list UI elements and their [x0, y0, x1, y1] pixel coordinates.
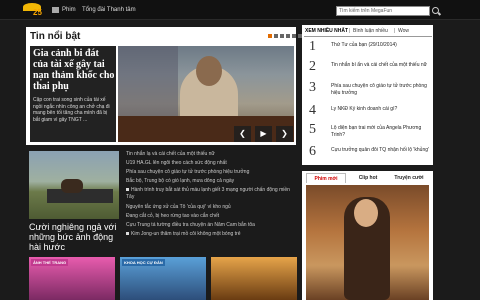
news-item-text[interactable]: Hành trình truy bắt sát thủ máu lạnh giế… [126, 187, 290, 200]
nav-link-tong-dai[interactable]: Tổng đài Thanh tâm [82, 7, 136, 13]
slide-headline[interactable]: Gia cảnh bi đát của tài xế gây tai nạn t… [33, 48, 115, 92]
most-read-title[interactable]: Tin nhắn bí ẩn và cái chết của một thiếu… [331, 62, 429, 69]
camera-icon [126, 188, 129, 192]
news-item-text[interactable]: Nguyên tắc ứng xử của Tô 'của quý' vì kh… [126, 204, 231, 210]
news-item-text[interactable]: Đang cắt cỏ, bị heo rừng tao vào cắn chế… [126, 213, 219, 219]
news-item-text[interactable]: Bắc bộ, Trung bộ có gió lạnh, mưa dông c… [126, 178, 234, 184]
poster-face [354, 199, 378, 227]
photo-person-head [196, 56, 222, 86]
thumbnail-entertainment[interactable] [211, 257, 297, 300]
movies-tabs: Phim mới Clip hot Truyện cười [306, 173, 429, 183]
rank-number: 6 [309, 144, 316, 159]
news-item[interactable]: Kim Jong-un thăm trại mồ côi không một b… [126, 231, 241, 237]
news-item[interactable]: Tin nhắn lạ và cái chết của một thiếu nữ [126, 151, 215, 157]
slide-controls: ❮ ▶ ❯ [234, 126, 294, 142]
most-read-title[interactable]: Lộ diện bạn trai mới của Angela Phương T… [331, 125, 429, 138]
movie-poster[interactable] [306, 185, 429, 300]
news-item[interactable]: Đang cắt cỏ, bị heo rừng tao vào cắn chế… [126, 213, 219, 219]
news-item-text[interactable]: Cựu Trung tá tường điều tra chuyện án Nâ… [126, 222, 255, 228]
slide-dot[interactable] [292, 34, 296, 38]
news-item[interactable]: Bắc bộ, Trung bộ có gió lạnh, mưa dông c… [126, 178, 234, 184]
slide-dot[interactable] [274, 34, 278, 38]
slide-summary: Cặp con trai song sinh của tài xế ngồi n… [33, 97, 110, 123]
thumbnail-science[interactable]: KHOA HỌC CỰ ĐÂN [120, 257, 206, 300]
most-read-title[interactable]: Phía sau chuyện cô giáo tự tử trước phòn… [331, 83, 429, 96]
camera-icon [126, 232, 129, 236]
news-item[interactable]: Hành trình truy bắt sát thủ máu lạnh giế… [126, 187, 294, 200]
featured-title: Tin nổi bật [30, 31, 81, 42]
tab-separator: | [394, 28, 396, 34]
play-slide-button[interactable]: ▶ [255, 126, 272, 142]
rank-number: 1 [309, 39, 316, 54]
promo-image[interactable] [29, 151, 119, 219]
prev-slide-button[interactable]: ❮ [234, 126, 251, 142]
most-read-item[interactable]: 4 Ly NKĐ Ký kinh doanh cái gì? [305, 104, 433, 124]
thumbnail-label: KHOA HỌC CỰ ĐÂN [122, 259, 165, 266]
news-item[interactable]: Phía sau chuyện cô giáo tự tử trước phòn… [126, 169, 249, 175]
tab-most-viewed[interactable]: XEM NHIỀU NHẤT [305, 28, 348, 34]
search-input[interactable]: Tìm kiếm trên MegaFun [336, 6, 430, 16]
slide-dot[interactable] [268, 34, 272, 38]
most-read-tabs: XEM NHIỀU NHẤT | Bình luận nhiều | Wow [304, 27, 432, 37]
home-icon[interactable] [52, 7, 59, 13]
next-slide-button[interactable]: ❯ [276, 126, 293, 142]
tab-hot-clips[interactable]: Clip hot [348, 173, 388, 183]
news-item[interactable]: Cựu Trung tá tường điều tra chuyện án Nâ… [126, 222, 255, 228]
news-item[interactable]: U19 HA.GL lên ngôi theo cách sức động nh… [126, 160, 227, 166]
thumbnail-fashion[interactable]: ẢNH THẾ TRANG [29, 257, 115, 300]
most-read-title[interactable]: Thứ Tư của bạn (29/10/2014) [331, 42, 429, 49]
most-read-item[interactable]: 1 Thứ Tư của bạn (29/10/2014) [305, 40, 433, 60]
slide-dot[interactable] [280, 34, 284, 38]
tab-most-commented[interactable]: Bình luận nhiều [353, 28, 388, 34]
news-item-text[interactable]: Tin nhắn lạ và cái chết của một thiếu nữ [126, 151, 215, 157]
promo-caption[interactable]: Cười nghiêng ngả với những bức ảnh động … [29, 222, 125, 252]
most-read-item[interactable]: 5 Lộ diện bạn trai mới của Angela Phương … [305, 123, 433, 143]
search-icon[interactable] [432, 7, 439, 14]
tab-wow[interactable]: Wow [398, 28, 409, 34]
most-read-item[interactable]: 3 Phía sau chuyện cô giáo tự tử trước phò… [305, 81, 433, 101]
tab-separator: | [349, 28, 351, 34]
rank-number: 3 [309, 80, 316, 95]
most-read-title[interactable]: Cựu trưởng quản đôi TQ nhận hối lộ 'khủn… [331, 147, 429, 154]
rank-number: 2 [309, 59, 316, 74]
news-item-text[interactable]: Kim Jong-un thăm trại mồ côi không một b… [131, 231, 241, 237]
top-bar: 25 Phim Tổng đài Thanh tâm Tìm kiếm trên… [0, 0, 480, 20]
logo-text: 25 [33, 8, 42, 17]
most-read-panel: XEM NHIỀU NHẤT | Bình luận nhiều | Wow 1… [302, 25, 433, 165]
news-item[interactable]: Nguyên tắc ứng xử của Tô 'của quý' vì kh… [126, 204, 231, 210]
most-read-title[interactable]: Ly NKĐ Ký kinh doanh cái gì? [331, 106, 429, 113]
rank-number: 4 [309, 103, 316, 118]
tab-new-movies[interactable]: Phim mới [306, 173, 346, 183]
news-item-text[interactable]: U19 HA.GL lên ngôi theo cách sức động nh… [126, 160, 227, 166]
tab-jokes[interactable]: Truyện cười [389, 173, 429, 183]
news-item-text[interactable]: Phía sau chuyện cô giáo tự tử trước phòn… [126, 169, 249, 175]
rank-number: 5 [309, 122, 316, 137]
thumbnail-label: ẢNH THẾ TRANG [31, 259, 69, 266]
nav-link-phim[interactable]: Phim [62, 7, 76, 13]
slide-dot[interactable] [286, 34, 290, 38]
movies-panel: Phim mới Clip hot Truyện cười [302, 171, 433, 300]
promo-horse [61, 179, 83, 193]
most-read-item[interactable]: 6 Cựu trưởng quản đôi TQ nhận hối lộ 'khủ… [305, 145, 433, 165]
most-read-item[interactable]: 2 Tin nhắn bí ẩn và cái chết của một thiế… [305, 60, 433, 80]
